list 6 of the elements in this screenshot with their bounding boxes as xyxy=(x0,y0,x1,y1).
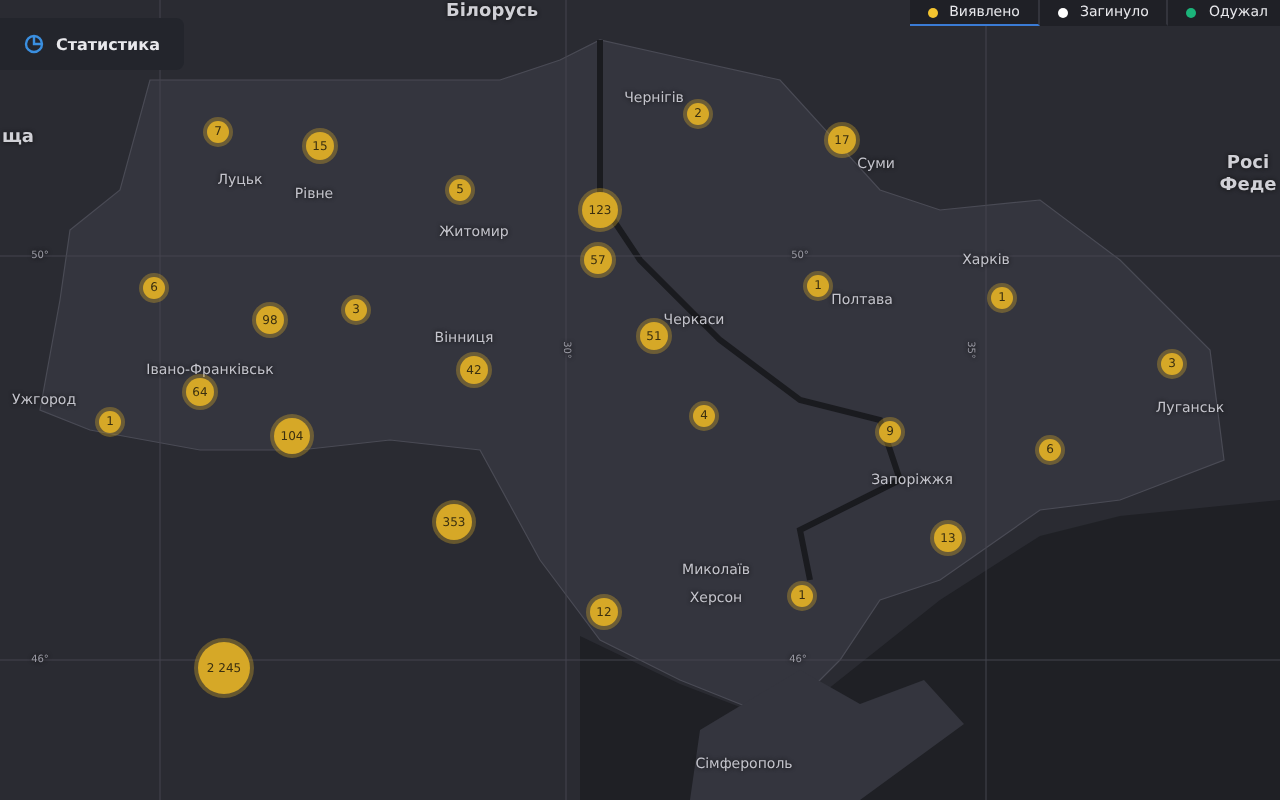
country-label: Білорусь xyxy=(445,2,539,22)
country-label: Феде xyxy=(1219,176,1277,196)
statistics-button[interactable]: Статистика xyxy=(0,18,184,70)
pie-chart-icon xyxy=(24,34,44,54)
country-label: Росі xyxy=(1226,154,1270,174)
country-label: ща xyxy=(1,128,35,148)
